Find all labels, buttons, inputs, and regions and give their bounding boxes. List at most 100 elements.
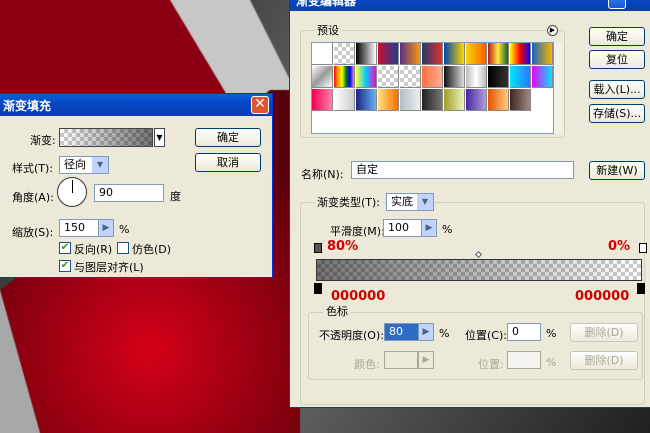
scale-unit: % [119,223,130,236]
preset-swatch[interactable] [400,66,421,88]
dither-checkbox[interactable] [117,242,129,254]
preset-swatch[interactable] [378,89,399,111]
preset-swatch[interactable] [334,89,355,111]
color-field-label: 颜色: [354,358,380,371]
preset-swatch[interactable] [378,66,399,88]
chevron-down-icon: ▼ [417,194,433,210]
smoothness-spin-button[interactable]: ▶ [421,219,437,237]
style-value: 径向 [64,158,86,171]
delete-color-stop-button[interactable]: 删除(D) [570,351,638,370]
location-label: 位置(C): [465,329,507,342]
preset-swatch[interactable] [422,66,443,88]
preset-swatch[interactable] [444,89,465,111]
chevron-down-icon: ▼ [92,157,108,173]
preset-swatch[interactable] [356,89,377,111]
preset-swatch[interactable] [422,89,443,111]
gradient-fill-title: 渐变填充 [3,99,52,113]
gradient-type-select[interactable]: 实底 ▼ [386,193,434,211]
angle-label: 角度(A): [12,191,54,204]
smoothness-input[interactable]: 100 [383,219,422,237]
preset-swatch[interactable] [488,66,509,88]
preset-swatch-grid [311,42,554,134]
align-label: 与图层对齐(L) [74,261,144,274]
preset-swatch[interactable] [466,43,487,65]
preset-swatch[interactable] [488,43,509,65]
preset-swatch[interactable] [510,66,531,88]
preset-swatch[interactable] [312,43,333,65]
gradient-preview[interactable] [59,128,153,147]
angle-input[interactable]: 90 [94,184,164,202]
color-right-value: 000000 [575,289,630,304]
location2-unit: % [546,356,557,369]
preset-swatch[interactable] [532,43,553,65]
presets-label: 预设 [314,22,342,38]
gradient-type-value: 实底 [391,195,413,208]
gradient-type-label: 渐变类型(T): [314,194,384,210]
preset-swatch[interactable] [466,89,487,111]
reverse-checkbox[interactable]: ✔ [59,242,71,254]
opacity-input[interactable]: 80 [384,323,419,341]
angle-dial[interactable] [57,177,87,207]
gradient-fill-dialog: 渐变填充 ✕ 渐变: ▼ 确定 取消 样式(T): 径向 ▼ 角度(A): 90… [0,93,273,278]
gradient-editor-titlebar: 渐变编辑器 [290,0,650,11]
color-swatch-disabled[interactable] [384,351,418,369]
close-icon[interactable]: ✕ [251,96,269,114]
save-button[interactable]: 存储(S)... [589,104,645,123]
preset-swatch[interactable] [356,43,377,65]
preset-swatch[interactable] [378,43,399,65]
scale-input[interactable]: 150 [59,219,99,237]
gradient-editor-title: 渐变编辑器 [296,0,357,8]
name-label: 名称(N): [301,168,344,181]
cancel-button[interactable]: 取消 [195,153,261,172]
gradient-fill-titlebar: 渐变填充 ✕ [0,94,272,116]
opacity-stop-right[interactable] [639,243,647,253]
dither-label: 仿色(D) [132,243,172,256]
color-stop-left[interactable] [314,283,322,294]
opacity-right-value: 0% [608,239,631,254]
preset-swatch[interactable] [444,66,465,88]
color-stop-right[interactable] [637,283,645,294]
style-select[interactable]: 径向 ▼ [59,156,109,174]
gradient-dropdown-arrow[interactable]: ▼ [154,128,165,147]
minimize-icon[interactable] [608,0,626,9]
opacity-spin-button[interactable]: ▶ [418,323,434,341]
location-unit: % [546,327,557,340]
preset-swatch[interactable] [466,66,487,88]
color-picker-button[interactable]: ▶ [418,351,434,369]
opacity-stop-left[interactable] [314,243,322,253]
preset-swatch[interactable] [510,89,531,111]
location-input[interactable]: 0 [507,323,541,341]
preset-swatch[interactable] [334,43,355,65]
align-checkbox[interactable]: ✔ [59,260,71,272]
preset-swatch[interactable] [334,66,355,88]
location2-input[interactable] [507,351,541,369]
presets-scrollbar[interactable] [554,42,562,134]
scale-spin-button[interactable]: ▶ [98,219,114,237]
preset-swatch[interactable] [488,89,509,111]
name-input[interactable]: 自定 [351,161,574,179]
stops-label: 色标 [323,303,351,319]
gradient-bar[interactable] [316,259,642,281]
reset-button[interactable]: 复位 [589,50,645,69]
preset-swatch[interactable] [312,89,333,111]
preset-swatch[interactable] [400,43,421,65]
delete-opacity-stop-button[interactable]: 删除(D) [570,323,638,342]
new-button[interactable]: 新建(W) [589,161,645,180]
load-button[interactable]: 载入(L)... [589,80,645,99]
ok-button[interactable]: 确定 [195,128,261,147]
preset-swatch[interactable] [312,66,333,88]
preset-swatch[interactable] [532,66,553,88]
preset-swatch[interactable] [356,66,377,88]
location2-label: 位置: [478,358,504,371]
preset-swatch[interactable] [444,43,465,65]
preset-swatch[interactable] [510,43,531,65]
smoothness-label: 平滑度(M): [330,225,385,238]
ok-button[interactable]: 确定 [589,27,645,46]
presets-menu-icon[interactable]: ▶ [547,25,558,36]
style-label: 样式(T): [12,162,54,175]
opacity-field-label: 不透明度(O): [319,329,384,342]
scale-label: 缩放(S): [12,226,54,239]
preset-swatch[interactable] [422,43,443,65]
preset-swatch[interactable] [400,89,421,111]
gradient-label: 渐变: [30,134,56,147]
